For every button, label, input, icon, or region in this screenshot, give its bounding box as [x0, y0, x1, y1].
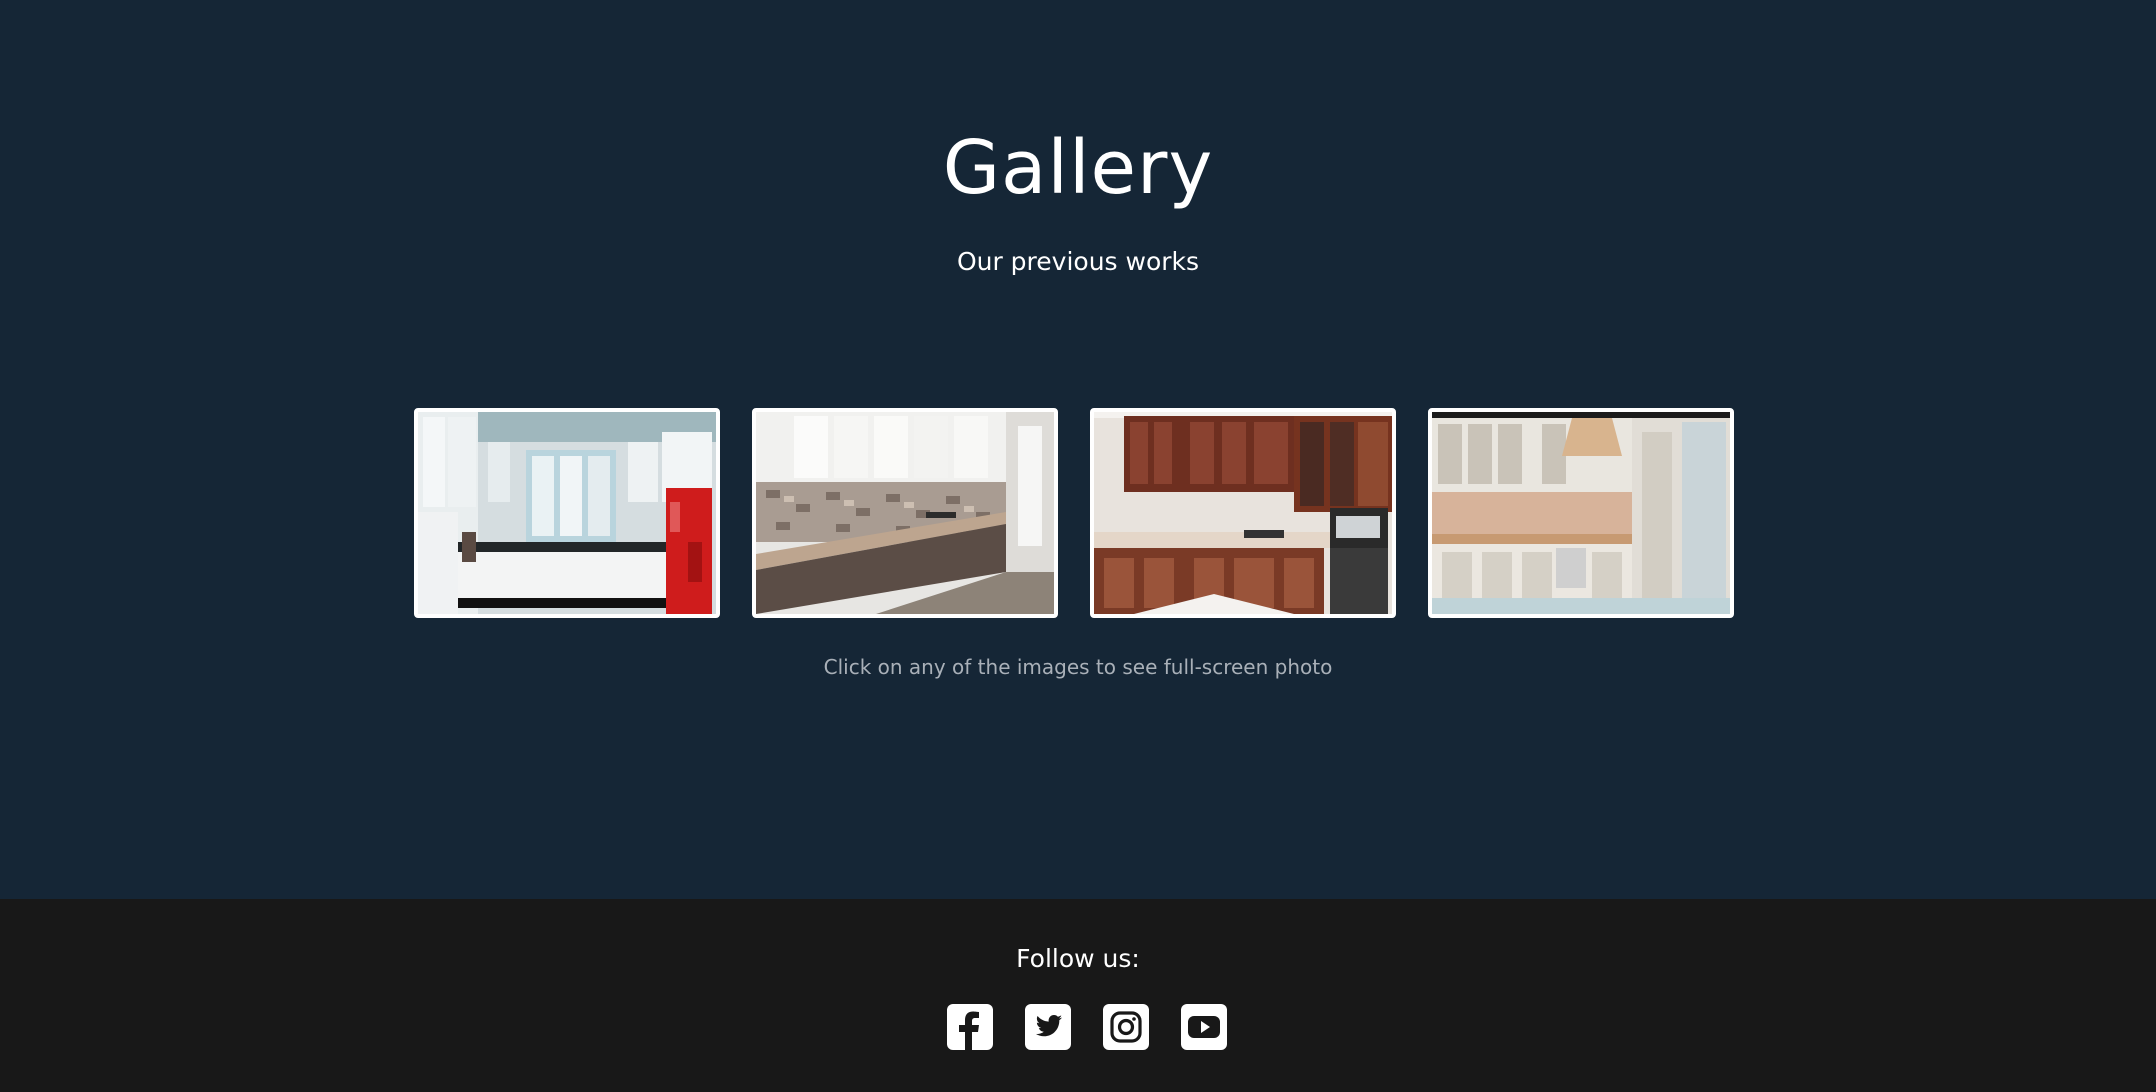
- kitchen-photo-3: [1094, 412, 1392, 614]
- instagram-icon: [1103, 1004, 1149, 1050]
- youtube-link[interactable]: [1181, 1004, 1227, 1050]
- instagram-link[interactable]: [1103, 1004, 1149, 1050]
- twitter-link[interactable]: [1025, 1004, 1071, 1050]
- gallery-image-white-u-shaped-kitchen[interactable]: [414, 408, 720, 618]
- gallery-image-wooden-corner-kitchen[interactable]: [1090, 408, 1396, 618]
- kitchen-photo-1: [418, 412, 716, 614]
- gallery-hint: Click on any of the images to see full-s…: [823, 655, 1333, 679]
- footer: Follow us:: [0, 899, 2156, 1092]
- social-links: [947, 1004, 1227, 1050]
- kitchen-photo-4: [1432, 412, 1730, 614]
- youtube-icon: [1181, 1004, 1227, 1050]
- gallery-thumbnails: [414, 408, 1734, 618]
- facebook-link[interactable]: [947, 1004, 993, 1050]
- twitter-icon: [1025, 1004, 1071, 1050]
- facebook-icon: [947, 1004, 993, 1050]
- gallery-image-classic-white-kitchen[interactable]: [1428, 408, 1734, 618]
- gallery-section: Gallery Our previous works Click on any …: [0, 0, 2156, 899]
- follow-us-label: Follow us:: [1016, 944, 1140, 973]
- kitchen-photo-2: [756, 412, 1054, 614]
- gallery-image-grey-linear-kitchen[interactable]: [752, 408, 1058, 618]
- gallery-subtitle: Our previous works: [956, 247, 1200, 276]
- gallery-title: Gallery: [942, 125, 1214, 211]
